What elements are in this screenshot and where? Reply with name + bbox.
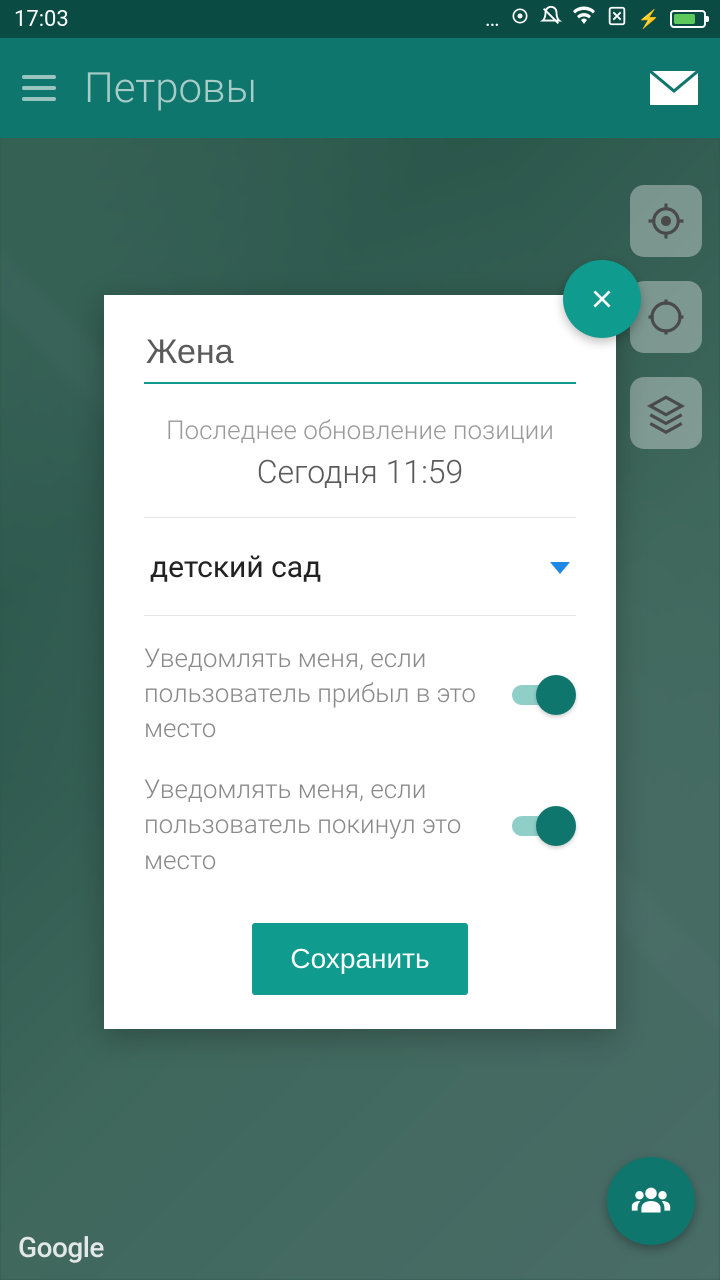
clock: 17:03 — [14, 7, 69, 32]
mail-icon[interactable] — [650, 71, 698, 105]
close-button[interactable] — [563, 260, 641, 338]
no-sim-icon — [606, 5, 628, 33]
chevron-down-icon — [550, 562, 570, 574]
layers-icon[interactable] — [630, 377, 702, 449]
battery-icon — [670, 10, 706, 28]
status-bar: 17:03 … ⚡ — [0, 0, 720, 38]
person-name-input[interactable] — [144, 327, 576, 384]
notify-leave-label: Уведомлять меня, если пользователь покин… — [144, 773, 492, 878]
last-update-block: Последнее обновление позиции Сегодня 11:… — [144, 384, 576, 518]
notify-leave-toggle[interactable] — [512, 806, 576, 846]
save-button[interactable]: Сохранить — [252, 923, 467, 995]
notify-leave-row: Уведомлять меня, если пользователь покин… — [144, 773, 576, 878]
notify-arrive-label: Уведомлять меня, если пользователь прибы… — [144, 642, 492, 747]
more-icon: … — [485, 7, 500, 32]
last-update-label: Последнее обновление позиции — [144, 414, 576, 449]
person-dialog: Последнее обновление позиции Сегодня 11:… — [104, 295, 616, 1029]
location-icon — [510, 6, 530, 32]
map-attribution: Google — [18, 1231, 104, 1264]
place-dropdown[interactable]: детский сад — [144, 518, 576, 616]
page-title: Петровы — [84, 64, 650, 113]
menu-icon[interactable] — [22, 75, 56, 101]
mute-icon — [540, 5, 562, 33]
charging-icon: ⚡ — [638, 9, 660, 30]
dropdown-selected: детский сад — [150, 550, 321, 585]
refresh-location-icon[interactable] — [630, 281, 702, 353]
notify-arrive-row: Уведомлять меня, если пользователь прибы… — [144, 642, 576, 747]
last-update-time: Сегодня 11:59 — [144, 453, 576, 491]
locate-icon[interactable] — [630, 185, 702, 257]
app-bar: Петровы — [0, 38, 720, 138]
map-controls — [630, 185, 702, 449]
notify-arrive-toggle[interactable] — [512, 675, 576, 715]
wifi-icon — [572, 6, 596, 32]
people-fab[interactable] — [607, 1157, 695, 1245]
